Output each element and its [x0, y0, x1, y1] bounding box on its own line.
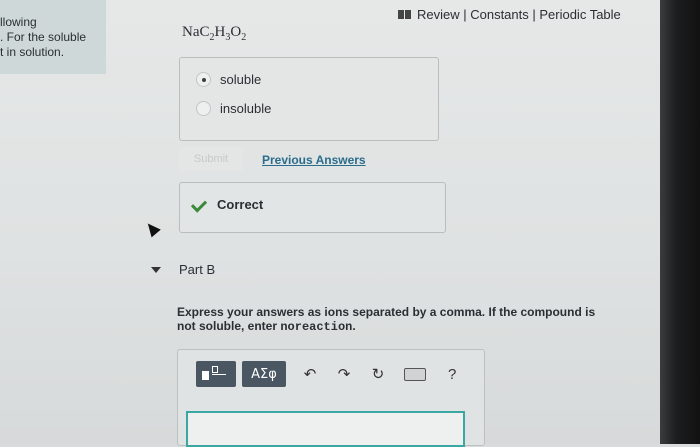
- checkmark-icon: [190, 196, 208, 213]
- undo-icon[interactable]: ↶: [300, 365, 320, 383]
- browser-screen: llowing . For the soluble t in solution.…: [0, 0, 660, 447]
- solubility-choices: soluble insoluble: [179, 57, 439, 141]
- instructions-text: Express your answers as ions separated b…: [177, 305, 596, 333]
- template-box-icon: [202, 371, 209, 380]
- part-b-instructions: Express your answers as ions separated b…: [177, 305, 607, 334]
- instructions-suffix: .: [352, 319, 356, 333]
- feedback-box: Correct: [179, 182, 446, 233]
- submit-button[interactable]: Submit: [179, 147, 243, 171]
- monitor-bezel: [660, 0, 700, 444]
- instructions-code: noreaction: [280, 320, 353, 334]
- intro-text: llowing . For the soluble t in solution.: [0, 15, 87, 59]
- part-b-title[interactable]: Part B: [179, 262, 215, 277]
- radio-soluble[interactable]: [196, 72, 211, 87]
- feedback-text: Correct: [217, 197, 264, 212]
- formula-subscript: 2: [241, 32, 247, 43]
- review-constants-periodic-links[interactable]: Review | Constants | Periodic Table: [417, 7, 621, 22]
- redo-icon[interactable]: ↷: [334, 365, 354, 383]
- chemical-formula: NaC2H3O2: [182, 24, 246, 43]
- math-toolbar: ΑΣφ ↶ ↷ ↻ ?: [196, 360, 456, 388]
- template-box-icon: [212, 366, 218, 373]
- option-soluble[interactable]: soluble: [196, 72, 261, 87]
- template-line-icon: [212, 374, 226, 375]
- reset-icon[interactable]: ↻: [368, 365, 388, 383]
- top-links: Review | Constants | Periodic Table: [398, 7, 621, 22]
- templates-button[interactable]: [196, 361, 236, 387]
- answer-input[interactable]: [186, 411, 465, 447]
- formula-part: NaC: [182, 24, 210, 40]
- intro-panel: llowing . For the soluble t in solution.: [0, 0, 106, 74]
- option-insoluble[interactable]: insoluble: [196, 101, 271, 116]
- formula-part: H: [214, 24, 226, 40]
- book-icon: [398, 10, 411, 19]
- help-button[interactable]: ?: [448, 366, 456, 383]
- radio-insoluble[interactable]: [196, 101, 211, 116]
- keyboard-icon[interactable]: [404, 367, 426, 381]
- mouse-cursor-icon: [143, 219, 161, 238]
- option-label: soluble: [220, 72, 262, 87]
- symbols-button[interactable]: ΑΣφ: [242, 361, 286, 387]
- collapse-triangle-icon[interactable]: [151, 267, 161, 273]
- formula-part: O: [230, 24, 242, 40]
- previous-answers-link[interactable]: Previous Answers: [262, 153, 366, 167]
- answer-panel: ΑΣφ ↶ ↷ ↻ ?: [177, 349, 485, 447]
- option-label: insoluble: [220, 101, 272, 116]
